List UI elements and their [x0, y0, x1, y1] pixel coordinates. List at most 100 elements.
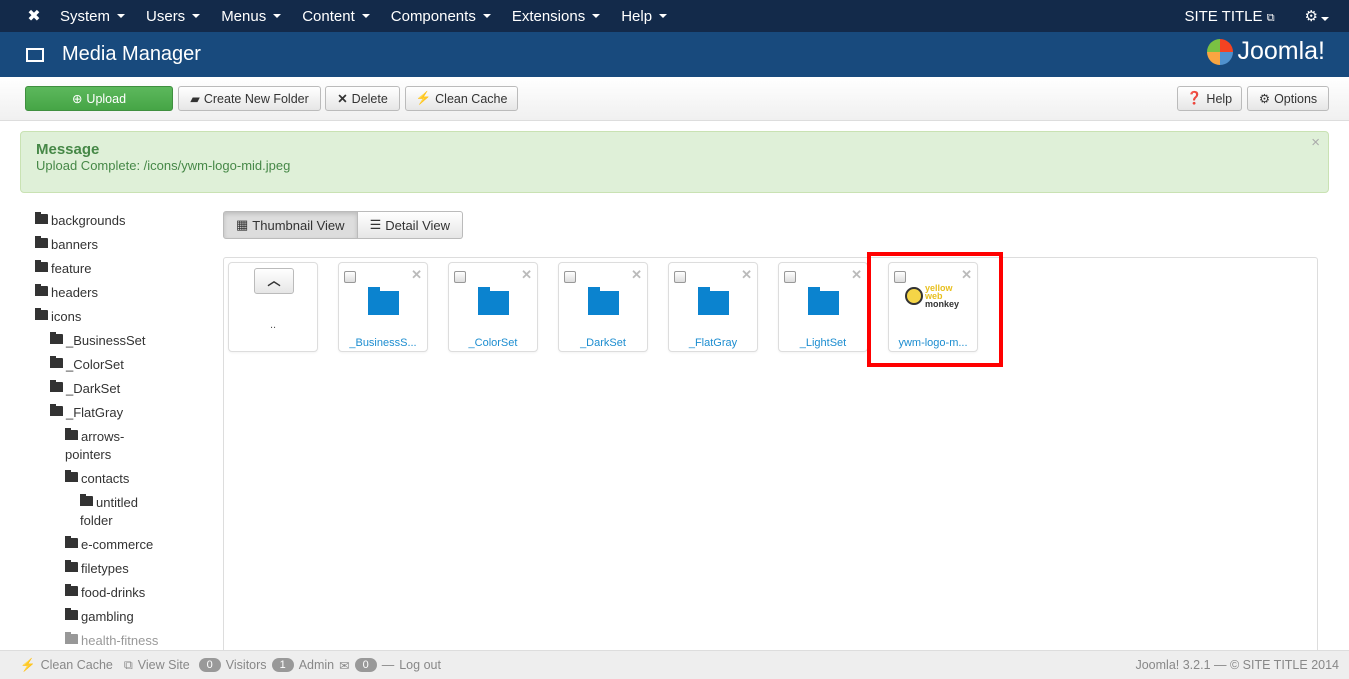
select-checkbox[interactable] [564, 271, 576, 283]
caret-icon [117, 14, 126, 18]
delete-x-icon[interactable]: ✕ [741, 267, 752, 283]
tree-item[interactable]: icons [35, 308, 165, 326]
delete-label: Delete [351, 91, 388, 106]
delete-button[interactable]: ✕ Delete [325, 86, 400, 111]
footer-clean-cache-link[interactable]: Clean Cache [41, 658, 113, 672]
caret-icon [1321, 17, 1329, 21]
delete-x-icon[interactable]: ✕ [851, 267, 862, 283]
folder-thumb[interactable]: ✕ _ColorSet [448, 262, 538, 352]
tree-item-label: e-commerce [81, 537, 154, 552]
folder-thumb-label: _DarkSet [580, 337, 626, 349]
joomla-icon[interactable]: ✖ [24, 6, 44, 26]
create-folder-button[interactable]: ▰ Create New Folder [178, 86, 321, 111]
messages-badge[interactable]: 0 [354, 658, 377, 672]
help-button[interactable]: ❓ Help [1177, 86, 1242, 111]
tree-item[interactable]: backgrounds [35, 212, 165, 230]
folder-icon [808, 287, 839, 315]
folder-icon [588, 287, 619, 315]
parent-folder-thumb[interactable]: ︿ .. [228, 262, 318, 352]
gear-icon: ⚙ [1258, 92, 1271, 106]
menu-help[interactable]: Help [621, 8, 668, 25]
delete-x-icon[interactable]: ✕ [411, 267, 422, 283]
folder-thumb[interactable]: ✕ _FlatGray [668, 262, 758, 352]
folder-thumb[interactable]: ✕ _BusinessS... [338, 262, 428, 352]
menu-label: Components [390, 7, 476, 25]
folder-icon [368, 287, 399, 315]
tree-item[interactable]: _DarkSet [35, 380, 165, 398]
settings-menu[interactable]: ⚙ [1305, 7, 1329, 25]
folder-icon [65, 536, 78, 548]
x-icon: ✕ [337, 92, 348, 106]
success-message: Message Upload Complete: /icons/ywm-logo… [20, 131, 1329, 193]
thumbnail-view-button[interactable]: ▦ Thumbnail View [223, 211, 358, 239]
thumbnail-view-label: Thumbnail View [252, 217, 345, 233]
upload-label: Upload [86, 91, 127, 106]
menu-label: Content [302, 7, 355, 25]
detail-view-button[interactable]: ☰ Detail View [357, 211, 464, 239]
close-icon[interactable]: × [1311, 134, 1320, 151]
tree-item[interactable]: health-fitness [35, 632, 165, 650]
folder-open-icon: ▰ [190, 92, 200, 106]
tree-item[interactable]: headers [35, 284, 165, 302]
site-title-link[interactable]: SITE TITLE ⧉ [1184, 8, 1274, 25]
menu-components[interactable]: Components [391, 8, 491, 25]
tree-item[interactable]: banners [35, 236, 165, 254]
menu-menus[interactable]: Menus [221, 8, 282, 25]
clean-cache-button[interactable]: ⚡ Clean Cache [405, 86, 518, 111]
menu-label: Users [146, 7, 186, 25]
chevron-up-icon[interactable]: ︿ [254, 268, 294, 294]
tree-item[interactable]: filetypes [35, 560, 165, 578]
joomla-logo-text: Joomla! [1237, 37, 1325, 65]
delete-x-icon[interactable]: ✕ [631, 267, 642, 283]
menu-label: System [60, 7, 111, 25]
menu-extensions[interactable]: Extensions [511, 7, 601, 25]
lightning-icon: ⚡ [20, 657, 36, 672]
options-button[interactable]: ⚙ Options [1247, 86, 1329, 111]
tree-item[interactable]: e-commerce [35, 536, 165, 554]
tree-item[interactable]: _BusinessSet [35, 332, 165, 350]
folder-tree: backgrounds banners feature headers icons _Bu… [35, 212, 165, 650]
folder-icon [50, 356, 63, 368]
menu-users[interactable]: Users [146, 7, 201, 25]
tree-item[interactable]: untitled folder [35, 494, 165, 530]
view-toggle: ▦ Thumbnail View ☰ Detail View [223, 211, 464, 239]
select-checkbox[interactable] [344, 271, 356, 283]
tree-item-label: gambling [81, 609, 134, 624]
caret-icon [592, 14, 601, 18]
tree-item[interactable]: gambling [35, 608, 165, 626]
menu-label: Extensions [511, 7, 586, 25]
tree-item[interactable]: arrows-pointers [35, 428, 165, 464]
tree-item[interactable]: contacts [35, 470, 165, 488]
folder-icon [50, 404, 63, 416]
tree-item-label: contacts [81, 471, 130, 486]
select-checkbox[interactable] [674, 271, 686, 283]
folder-thumb[interactable]: ✕ _LightSet [778, 262, 868, 352]
tree-item[interactable]: _ColorSet [35, 356, 165, 374]
tree-item[interactable]: feature [35, 260, 165, 278]
page-header: Media Manager Joomla! [0, 32, 1349, 77]
folder-thumb-label: _BusinessS... [349, 337, 417, 349]
view-site-link[interactable]: View Site [138, 658, 190, 672]
tree-item-label: backgrounds [51, 213, 126, 228]
caret-icon [361, 14, 370, 18]
highlight-box [867, 252, 1003, 367]
upload-button[interactable]: ⊕ Upload [25, 86, 173, 111]
select-checkbox[interactable] [784, 271, 796, 283]
folder-thumb-label: _LightSet [799, 337, 847, 349]
folder-icon [50, 380, 63, 392]
options-label: Options [1274, 91, 1318, 106]
select-checkbox[interactable] [454, 271, 466, 283]
folder-icon [80, 494, 93, 506]
tree-item[interactable]: food-drinks [35, 584, 165, 602]
page-title: Media Manager [62, 43, 201, 65]
menu-content[interactable]: Content [302, 8, 370, 25]
menu-system[interactable]: System [60, 7, 126, 25]
folder-thumb[interactable]: ✕ _DarkSet [558, 262, 648, 352]
list-icon: ☰ [369, 217, 382, 232]
logout-link[interactable]: Log out [399, 658, 441, 672]
delete-x-icon[interactable]: ✕ [521, 267, 532, 283]
tree-item[interactable]: _FlatGray [35, 404, 165, 422]
folder-icon [65, 470, 78, 482]
gear-icon: ⚙ [1304, 8, 1318, 25]
folder-icon [65, 584, 78, 596]
